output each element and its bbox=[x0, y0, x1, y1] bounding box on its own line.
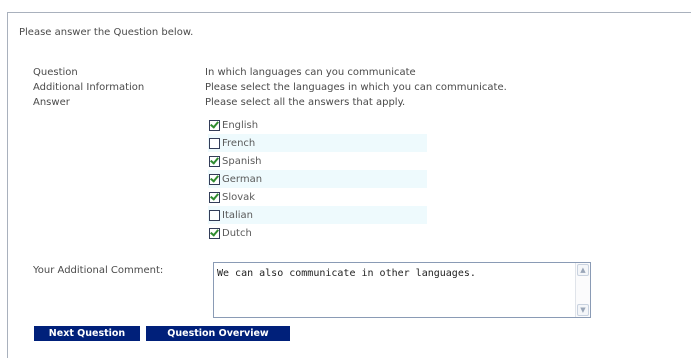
option-label: French bbox=[222, 137, 256, 149]
option-french[interactable]: French bbox=[208, 134, 427, 152]
additional-information-label: Additional Information bbox=[33, 82, 145, 93]
content-frame: Please answer the Question below. Questi… bbox=[7, 12, 691, 358]
option-english[interactable]: English bbox=[208, 116, 427, 134]
option-slovak[interactable]: Slovak bbox=[208, 188, 427, 206]
option-spanish[interactable]: Spanish bbox=[208, 152, 427, 170]
next-question-button[interactable]: Next Question bbox=[34, 326, 140, 341]
checkbox-slovak[interactable] bbox=[209, 191, 220, 203]
option-dutch[interactable]: Dutch bbox=[208, 224, 427, 242]
comment-value: We can also communicate in other languag… bbox=[217, 268, 476, 279]
checkbox-italian[interactable] bbox=[209, 209, 220, 221]
additional-information-text: Please select the languages in which you… bbox=[205, 82, 507, 93]
comment-scrollbar[interactable]: ▲ ▼ bbox=[575, 263, 590, 317]
option-label: German bbox=[222, 173, 263, 185]
answer-options: English French Spanish German Slovak Ita… bbox=[208, 116, 427, 242]
option-label: Slovak bbox=[222, 191, 256, 203]
instruction-text: Please answer the Question below. bbox=[19, 27, 194, 38]
scroll-down-icon[interactable]: ▼ bbox=[577, 304, 589, 316]
question-label: Question bbox=[33, 67, 78, 78]
checkbox-english[interactable] bbox=[209, 119, 220, 131]
checkbox-french[interactable] bbox=[209, 137, 220, 149]
scroll-up-icon[interactable]: ▲ bbox=[577, 264, 589, 276]
comment-textarea[interactable]: We can also communicate in other languag… bbox=[213, 262, 591, 318]
checkbox-spanish[interactable] bbox=[209, 155, 220, 167]
answer-label: Answer bbox=[33, 97, 70, 108]
checkbox-german[interactable] bbox=[209, 173, 220, 185]
comment-label: Your Additional Comment: bbox=[33, 265, 164, 276]
option-italian[interactable]: Italian bbox=[208, 206, 427, 224]
question-text: In which languages can you communicate bbox=[205, 67, 416, 78]
option-german[interactable]: German bbox=[208, 170, 427, 188]
option-label: Dutch bbox=[222, 227, 252, 239]
option-label: Spanish bbox=[222, 155, 262, 167]
question-overview-button[interactable]: Question Overview bbox=[146, 326, 290, 341]
option-label: Italian bbox=[222, 209, 254, 221]
checkbox-dutch[interactable] bbox=[209, 227, 220, 239]
option-label: English bbox=[222, 119, 259, 131]
answer-instruction: Please select all the answers that apply… bbox=[205, 97, 406, 108]
